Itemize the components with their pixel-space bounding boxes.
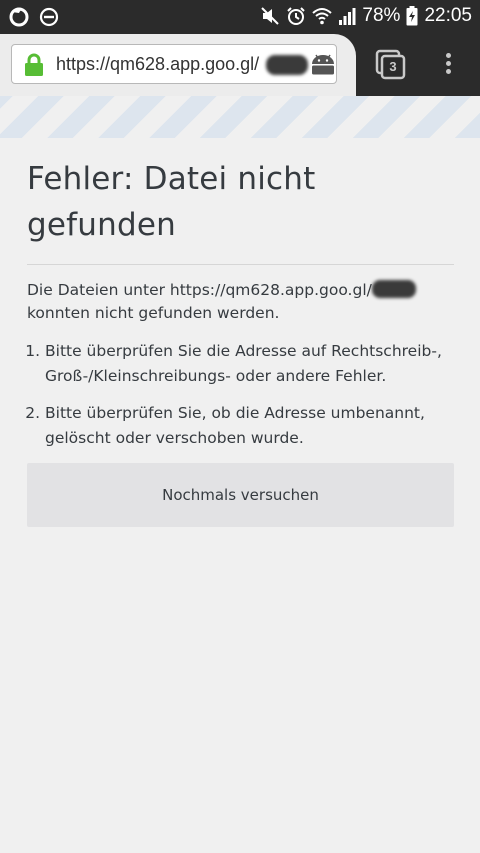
wifi-icon [312, 8, 333, 25]
error-description-part1: Die Dateien unter https://qm628.app.goo.… [27, 281, 372, 299]
url-text[interactable]: https://qm628.app.goo.gl/ [56, 54, 259, 75]
error-banner-stripes [0, 96, 480, 138]
redacted-url-segment [266, 55, 308, 75]
page-title-line1: Fehler: Datei nicht [27, 161, 316, 197]
error-content: Fehler: Datei nicht gefunden Die Dateien… [27, 138, 454, 527]
do-not-disturb-icon [39, 7, 59, 27]
tab-count: 3 [389, 59, 397, 74]
android-icon[interactable] [310, 53, 336, 75]
url-bar-container: https://qm628.app.goo.gl/ [0, 34, 356, 96]
lock-icon[interactable] [24, 53, 44, 77]
overflow-menu-button[interactable] [436, 50, 460, 82]
alarm-icon [287, 7, 306, 25]
status-bar: 78% 22:05 [0, 0, 480, 34]
menu-dot-icon [445, 53, 451, 58]
page-title-line2: gefunden [27, 207, 176, 243]
tabs-button[interactable]: 3 [374, 48, 408, 82]
mute-icon [261, 7, 280, 25]
browser-toolbar: https://qm628.app.goo.gl/ 3 [0, 34, 480, 96]
battery-percent: 78% [362, 5, 401, 26]
signal-icon [339, 8, 356, 25]
suggestion-item: Bitte überprüfen Sie die Adresse auf Rec… [45, 339, 454, 389]
battery-charging-icon [406, 6, 418, 26]
suggestion-list: Bitte überprüfen Sie die Adresse auf Rec… [27, 339, 454, 451]
redacted-url-segment [371, 280, 416, 298]
divider [27, 264, 454, 265]
error-description: Die Dateien unter https://qm628.app.goo.… [27, 279, 454, 325]
firefox-icon [9, 7, 29, 27]
menu-dot-icon [445, 61, 451, 66]
error-description-part2: konnten nicht gefunden werden. [27, 304, 280, 322]
url-bar[interactable]: https://qm628.app.goo.gl/ [11, 44, 337, 84]
page-title: Fehler: Datei nicht gefunden [27, 156, 454, 248]
suggestion-item: Bitte überprüfen Sie, ob die Adresse umb… [45, 401, 454, 451]
retry-button[interactable]: Nochmals versuchen [27, 463, 454, 527]
menu-dot-icon [445, 69, 451, 74]
clock: 22:05 [424, 5, 472, 26]
